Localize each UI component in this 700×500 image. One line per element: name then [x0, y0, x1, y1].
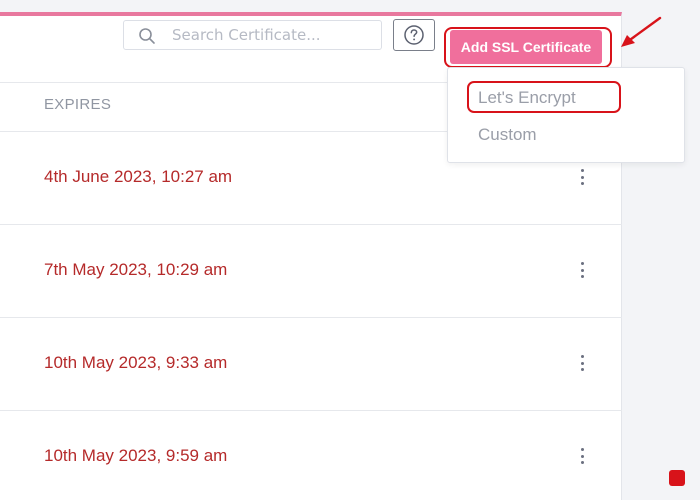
help-button[interactable] — [393, 19, 435, 51]
column-header-expires: EXPIRES — [44, 96, 112, 113]
row-divider — [0, 317, 622, 318]
row-divider — [0, 224, 622, 225]
table-row-expires: 4th June 2023, 10:27 am — [44, 167, 233, 186]
table-row-expires: 10th May 2023, 9:33 am — [44, 353, 228, 372]
row-actions-kebab-icon[interactable] — [576, 166, 588, 188]
row-actions-kebab-icon[interactable] — [576, 445, 588, 467]
search-icon — [139, 28, 155, 44]
add-ssl-certificate-button[interactable]: Add SSL Certificate — [450, 30, 602, 64]
watermark-logo-icon — [669, 470, 685, 486]
annotation-arrow-icon — [621, 16, 662, 47]
table-row-expires: 7th May 2023, 10:29 am — [44, 260, 228, 279]
table-row-expires: 10th May 2023, 9:59 am — [44, 446, 228, 465]
search-input[interactable] — [172, 24, 372, 46]
dropdown-option-custom[interactable]: Custom — [478, 125, 537, 145]
row-actions-kebab-icon[interactable] — [576, 352, 588, 374]
row-divider — [0, 410, 622, 411]
row-actions-kebab-icon[interactable] — [576, 259, 588, 281]
lets-encrypt-highlight — [467, 81, 621, 113]
question-circle-icon — [404, 25, 424, 45]
search-box[interactable] — [123, 20, 382, 50]
